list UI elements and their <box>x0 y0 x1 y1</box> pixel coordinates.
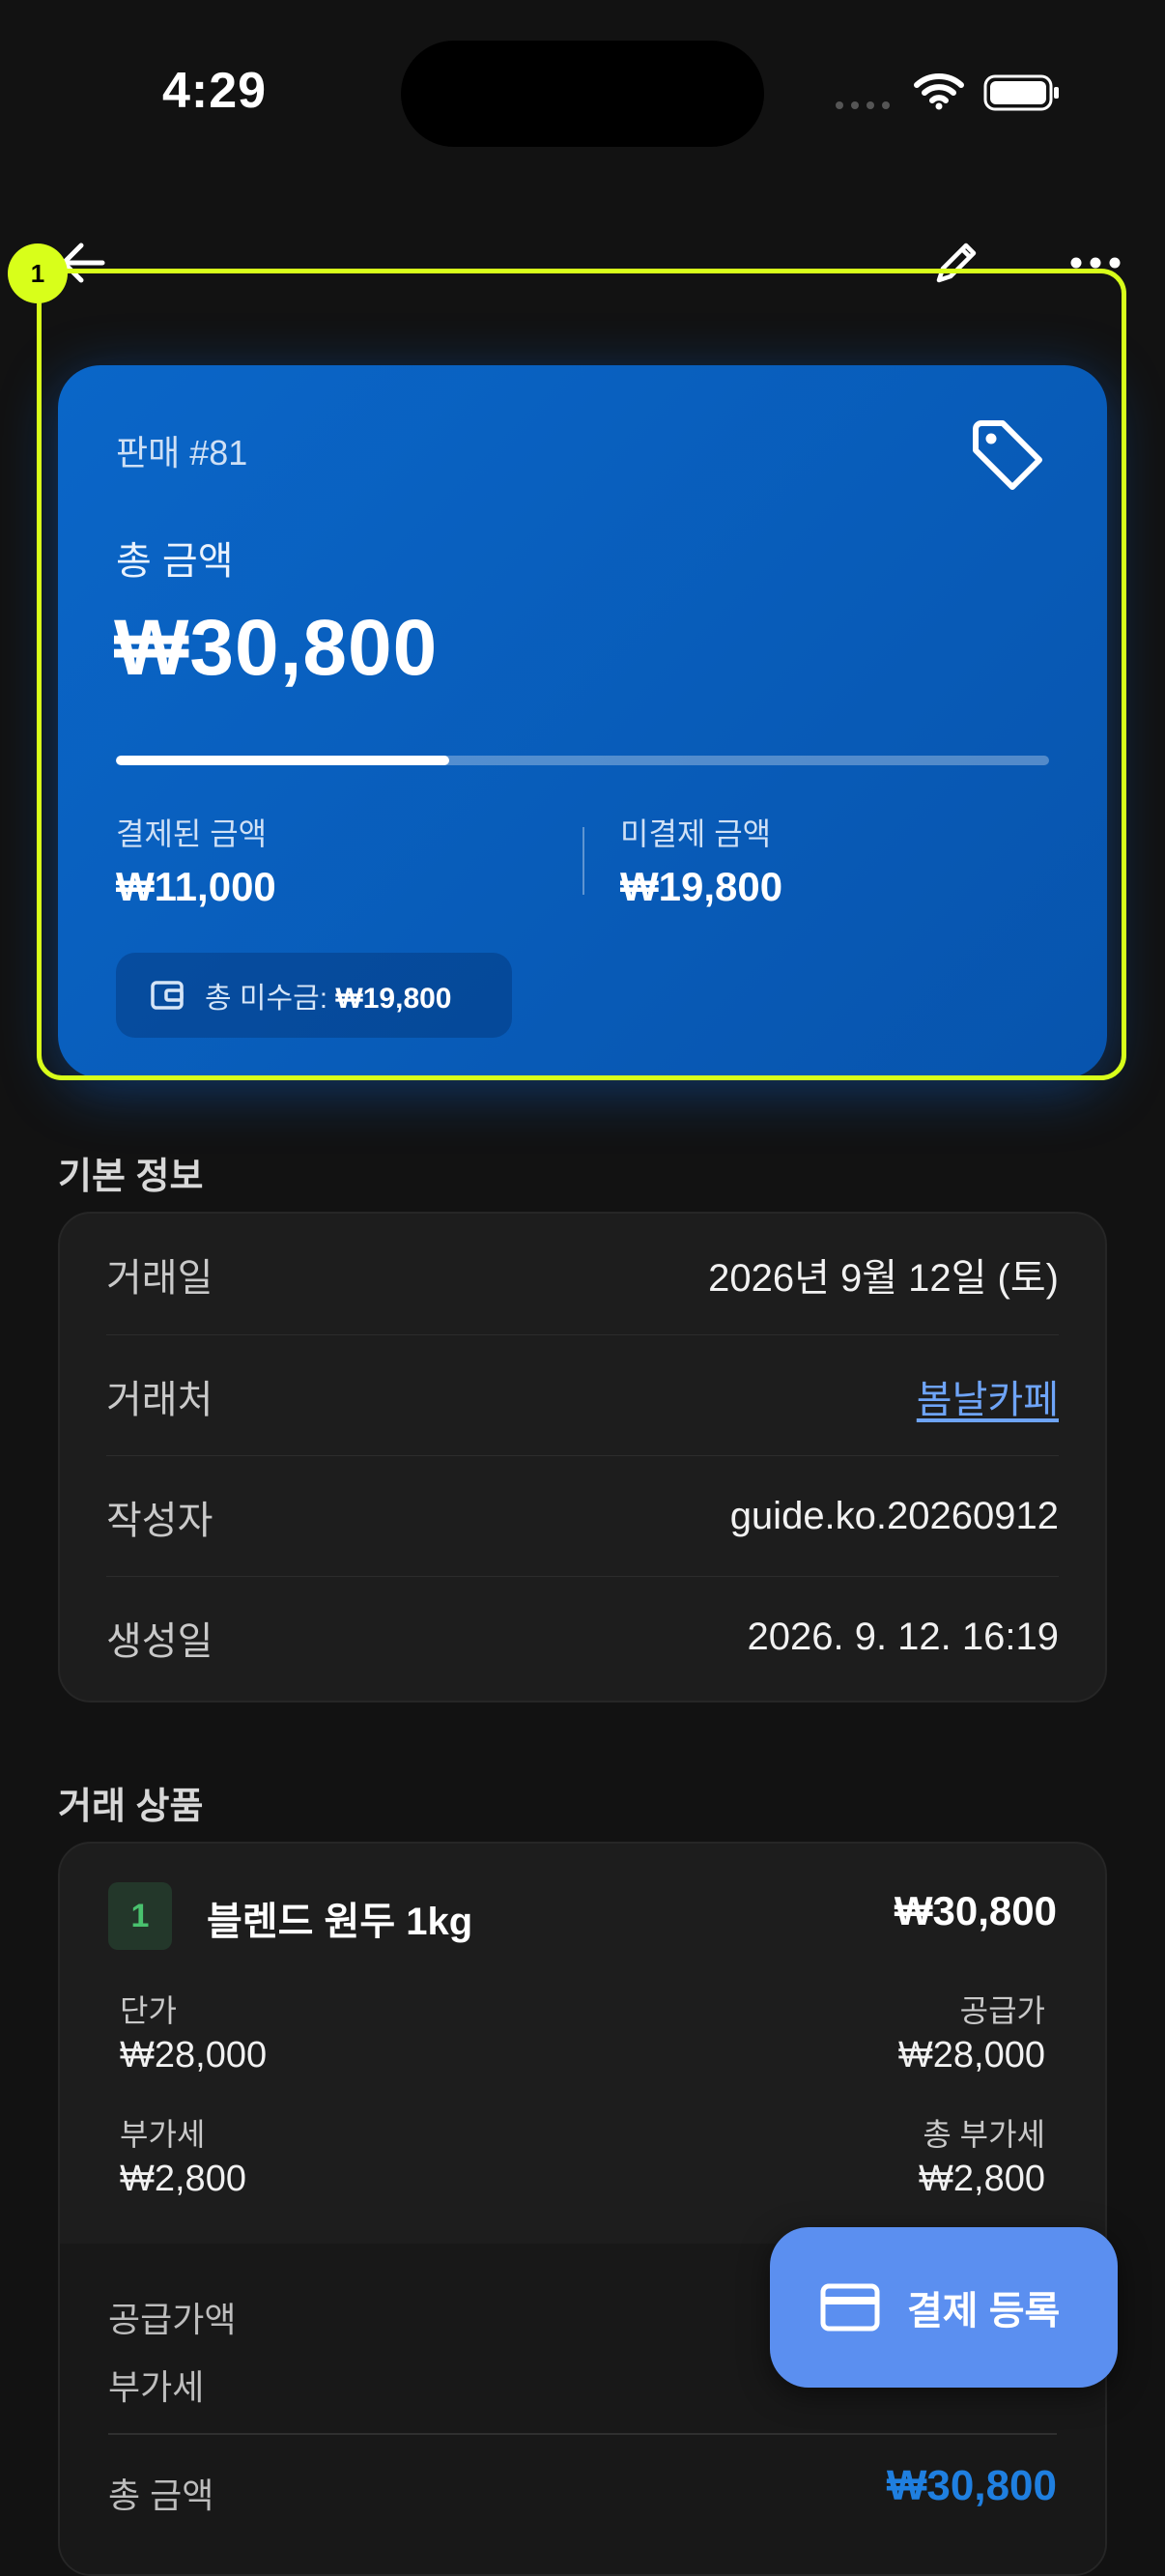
info-value: guide.ko.20260912 <box>729 1495 1059 1537</box>
item-index-badge: 1 <box>108 1882 172 1950</box>
summary-vat-label: 부가세 <box>108 2367 205 2407</box>
basic-info-title: 기본 정보 <box>58 1157 204 1197</box>
vat-value: ₩2,800 <box>120 2159 246 2199</box>
partner-link[interactable]: 봄날카페 <box>917 1368 1059 1424</box>
item-total: ₩30,800 <box>894 1888 1057 1933</box>
credit-card-icon <box>820 2283 880 2332</box>
info-key: 거래처 <box>106 1378 213 1421</box>
summary-total-label: 총 금액 <box>108 2476 214 2515</box>
items-title: 거래 상품 <box>58 1787 204 1827</box>
register-payment-button[interactable]: 결제 등록 <box>770 2227 1118 2388</box>
info-key: 작성자 <box>106 1499 213 1542</box>
info-key: 거래일 <box>106 1256 213 1300</box>
vat-total-value: ₩2,800 <box>919 2159 1045 2199</box>
dynamic-island <box>401 41 764 147</box>
info-row-date: 거래일 2026년 9월 12일 (토) <box>106 1214 1059 1334</box>
basic-info-card: 거래일 2026년 9월 12일 (토) 거래처 봄날카페 작성자 guide.… <box>58 1212 1107 1703</box>
battery-icon <box>983 74 1059 111</box>
info-row-created: 생성일 2026. 9. 12. 16:19 <box>106 1576 1059 1698</box>
unit-price-label: 단가 <box>120 1993 177 2028</box>
vat-label: 부가세 <box>120 2117 206 2152</box>
summary-total-value: ₩30,800 <box>886 2462 1057 2509</box>
supply-price-value: ₩28,000 <box>897 2035 1045 2075</box>
info-row-partner: 거래처 봄날카페 <box>106 1334 1059 1456</box>
signal-dots-icon <box>836 101 890 109</box>
highlight-box <box>37 269 1126 1080</box>
unit-price-value: ₩28,000 <box>120 2035 268 2075</box>
items-card: 1 블렌드 원두 1kg ₩30,800 단가 ₩28,000 공급가 ₩28,… <box>58 1842 1107 2576</box>
item-name: 블렌드 원두 1kg <box>207 1901 473 1943</box>
summary-divider <box>108 2433 1057 2435</box>
info-key: 생성일 <box>106 1619 213 1663</box>
register-payment-label: 결제 등록 <box>907 2290 1061 2333</box>
vat-total-label: 총 부가세 <box>923 2117 1045 2152</box>
summary-supply-label: 공급가액 <box>108 2300 237 2339</box>
supply-price-label: 공급가 <box>959 1993 1045 2028</box>
info-value: 2026. 9. 12. 16:19 <box>747 1616 1060 1658</box>
info-value: 2026년 9월 12일 (토) <box>708 1256 1059 1300</box>
highlight-badge: 1 <box>8 243 68 303</box>
info-row-author: 작성자 guide.ko.20260912 <box>106 1455 1059 1577</box>
wifi-icon <box>914 73 964 110</box>
status-time: 4:29 <box>162 63 268 119</box>
